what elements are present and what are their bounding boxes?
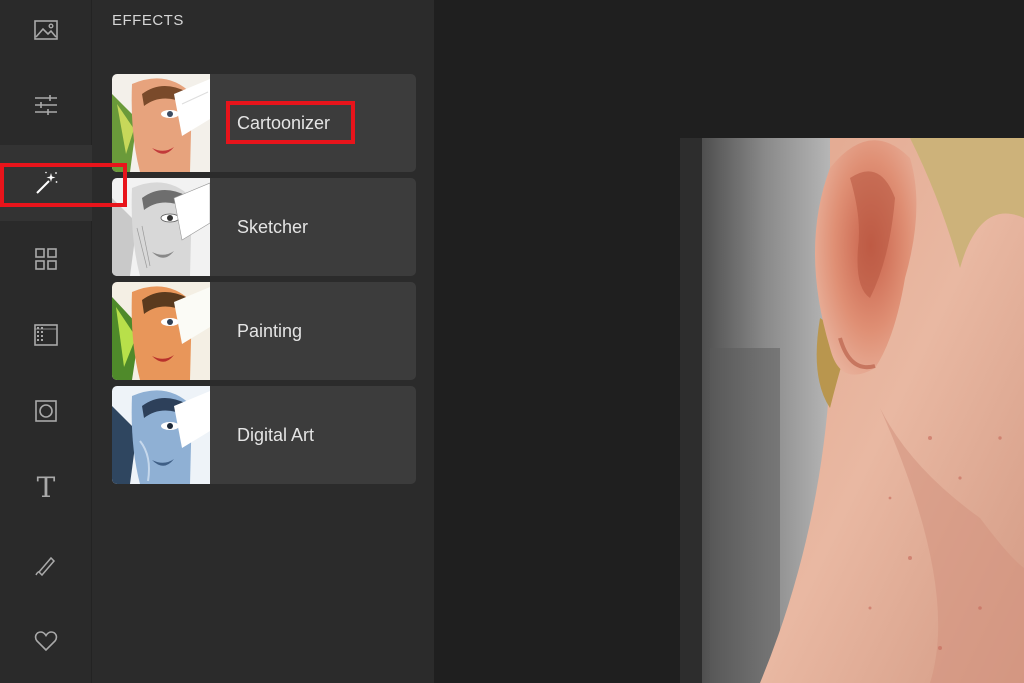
sliders-icon xyxy=(35,95,57,115)
magic-wand-icon xyxy=(36,171,58,194)
image-icon xyxy=(34,20,58,40)
effect-thumbnail xyxy=(112,386,210,484)
tool-sidebar: T xyxy=(0,0,92,683)
tool-text[interactable]: T xyxy=(0,450,92,526)
painting-portrait-thumbnail xyxy=(112,282,210,380)
grid-icon xyxy=(35,248,57,270)
photo-canvas[interactable] xyxy=(680,138,1024,683)
effect-thumbnail xyxy=(112,178,210,276)
tool-frames[interactable] xyxy=(0,373,92,449)
sketch-portrait-thumbnail xyxy=(112,178,210,276)
effects-panel: EFFECTS Cartoonizer Sketcher Painting Di… xyxy=(92,0,434,683)
frame-icon xyxy=(35,400,57,422)
texture-icon xyxy=(34,324,58,346)
brush-icon xyxy=(35,556,56,577)
tool-overlays[interactable] xyxy=(0,221,92,297)
tool-effects[interactable] xyxy=(0,145,92,221)
photo-editor-app: T EFFECTS Cartoonizer Sketcher Painting … xyxy=(0,0,1024,683)
cartoon-portrait-thumbnail xyxy=(112,74,210,172)
tool-adjust[interactable] xyxy=(0,67,92,143)
text-icon: T xyxy=(36,471,56,504)
effect-card-digital-art[interactable]: Digital Art xyxy=(112,386,416,484)
tool-textures[interactable] xyxy=(0,297,92,373)
effect-label: Digital Art xyxy=(237,425,315,445)
effect-thumbnail xyxy=(112,74,210,172)
canvas-area xyxy=(434,0,1024,683)
tool-favorites[interactable] xyxy=(0,603,92,679)
effect-thumbnail xyxy=(112,282,210,380)
tool-draw[interactable] xyxy=(0,527,92,603)
effect-card-cartoonizer[interactable]: Cartoonizer xyxy=(112,74,416,172)
effect-card-painting[interactable]: Painting xyxy=(112,282,416,380)
panel-title: EFFECTS xyxy=(112,12,184,29)
tool-image[interactable] xyxy=(0,0,92,68)
ear-neck-photo xyxy=(680,138,1024,683)
digital-art-portrait-thumbnail xyxy=(112,386,210,484)
effect-label: Painting xyxy=(237,321,303,341)
effect-label: Sketcher xyxy=(237,217,309,237)
effect-label: Cartoonizer xyxy=(237,113,331,133)
effect-card-sketcher[interactable]: Sketcher xyxy=(112,178,416,276)
heart-icon xyxy=(34,631,58,652)
